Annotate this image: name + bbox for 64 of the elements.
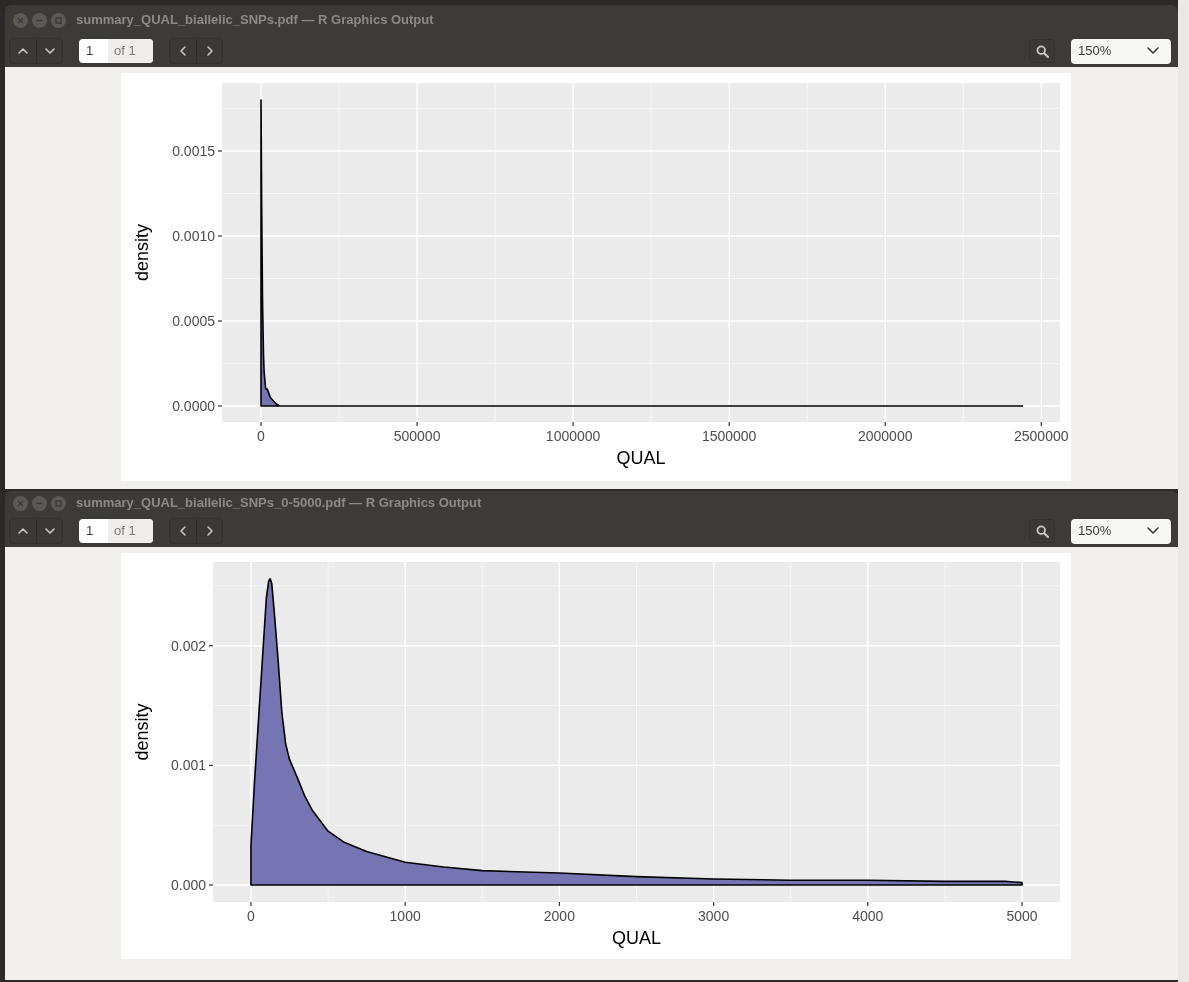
zoom-dropdown[interactable]: 150% [1071,518,1171,544]
chevron-down-icon [1147,45,1159,57]
maximize-icon [54,498,63,508]
x-axis-tick [404,901,406,907]
chevron-icon [43,525,56,537]
y-tick-label: 0.000 [170,877,206,893]
close-icon [16,15,25,25]
x-tick-label: 4000 [852,908,884,924]
search-button[interactable] [1029,519,1055,543]
y-axis-title: density [132,224,152,281]
y-tick-label: 0.0005 [172,313,215,329]
y-axis-tick [217,150,223,152]
y-axis-title: density [132,703,152,761]
chevron-icon [17,525,29,537]
chevron-icon [177,45,189,57]
x-axis-tick [558,901,560,907]
x-axis-tick [713,901,715,907]
x-tick-label: 2500000 [1014,428,1069,444]
y-tick-label: 0.0015 [172,143,215,159]
x-axis-tick [250,901,252,907]
x-axis-title: QUAL [616,448,666,468]
x-tick-label: 0 [257,428,265,444]
x-tick-label: 1500000 [701,428,757,444]
y-tick-label: 0.001 [170,757,206,774]
maximize-icon [54,15,63,25]
search-icon [1035,44,1049,58]
close-icon [16,498,25,508]
search-icon [1035,524,1049,538]
x-axis-tick [728,421,730,427]
y-axis-tick [208,645,214,647]
y-axis-tick [217,405,223,407]
x-tick-label: 5000 [1006,908,1038,924]
y-axis-tick [208,884,214,886]
y-axis-tick [217,320,223,322]
chevron-icon [17,45,29,57]
x-axis-tick [867,901,869,907]
x-axis-title: QUAL [612,928,661,948]
page-number-field[interactable]: 1 of 1 [79,519,153,543]
x-axis-tick [416,421,418,427]
x-tick-label: 1000 [389,908,421,924]
y-axis-tick [217,235,223,237]
y-tick-label: 0.002 [170,637,206,654]
page-number-field[interactable]: 1 of 1 [79,39,153,63]
chevron-icon [43,45,56,57]
y-tick-label: 0.0010 [172,228,215,244]
x-axis-tick [884,421,886,427]
x-axis-tick [1021,901,1023,907]
x-axis-tick [1040,421,1042,427]
search-button[interactable] [1029,39,1055,63]
x-tick-label: 2000000 [857,428,913,444]
chevron-icon [177,525,189,537]
chevron-down-icon [1147,525,1159,537]
x-tick-label: 500000 [393,428,441,444]
x-tick-label: 0 [247,908,255,924]
zoom-dropdown[interactable]: 150% [1071,38,1171,64]
x-axis-tick [572,421,574,427]
x-tick-label: 3000 [698,908,730,924]
x-tick-label: 1000000 [545,428,601,444]
y-tick-label: 0.0000 [172,398,215,414]
window-title: summary_QUAL_biallelic_SNPs_0-5000.pdf — R Graphics Output [76,494,482,513]
window-title: summary_QUAL_biallelic_SNPs.pdf — R Graphics Output [76,11,434,30]
y-axis-tick [208,764,214,766]
x-axis-tick [260,421,262,427]
x-tick-label: 2000 [543,908,575,924]
